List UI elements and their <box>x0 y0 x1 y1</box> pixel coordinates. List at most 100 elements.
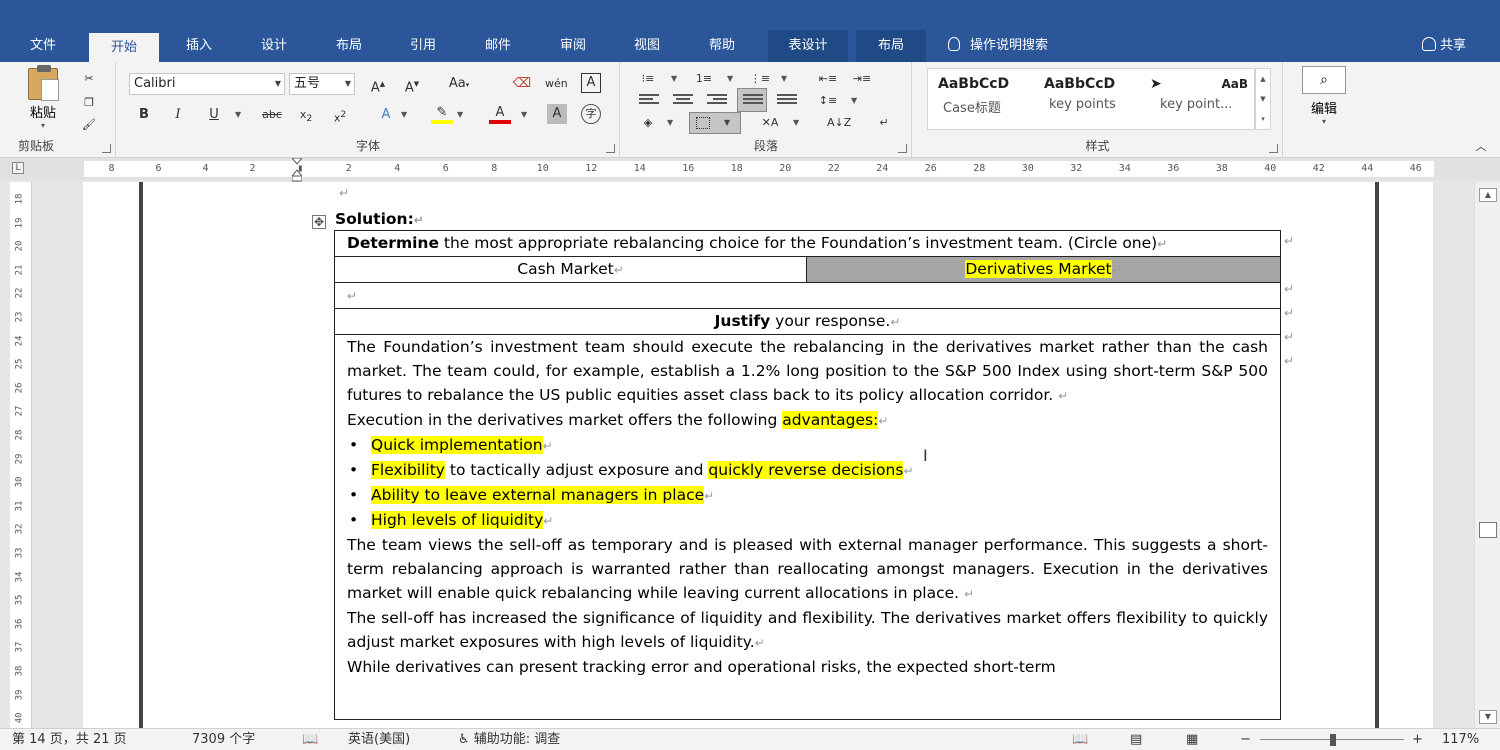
underline-icon[interactable]: U <box>203 104 225 126</box>
sort-icon[interactable]: A↓Z <box>827 112 851 134</box>
line-spacing-icon[interactable]: ↕≡ <box>817 90 839 112</box>
show-marks-icon[interactable]: ↵ <box>873 112 895 134</box>
tab-home[interactable]: 开始 <box>89 33 159 62</box>
enclose-characters-icon[interactable]: 字 <box>581 104 601 124</box>
font-color-icon[interactable]: A <box>489 102 511 124</box>
styles-scroll[interactable]: ▲ ▼ ▾ <box>1255 68 1271 130</box>
clipboard-launcher-icon[interactable] <box>102 144 111 153</box>
phonetic-guide-icon[interactable]: wén <box>545 73 568 95</box>
multilevel-list-icon[interactable]: ⋮≡ <box>749 68 771 90</box>
table-cell[interactable]: ↵ <box>334 282 1281 309</box>
paragraph-launcher-icon[interactable] <box>898 144 907 153</box>
paste-button[interactable]: 粘贴 ▾ <box>18 65 68 130</box>
language-indicator[interactable]: 英语(美国) <box>348 729 410 750</box>
print-layout-icon[interactable]: ▤ <box>1130 729 1142 750</box>
proofing-icon[interactable]: 📖 <box>302 729 318 750</box>
bullets-dropdown-icon[interactable]: ▼ <box>671 74 677 83</box>
style-case-title[interactable]: AaBbCcD Case标题 <box>928 71 1038 127</box>
vertical-scrollbar[interactable]: ▲ ▼ <box>1474 182 1500 728</box>
tab-review[interactable]: 审阅 <box>540 30 606 62</box>
styles-launcher-icon[interactable] <box>1269 144 1278 153</box>
tab-selector-icon[interactable]: L <box>12 162 24 174</box>
zoom-out-icon[interactable]: − <box>1240 729 1251 750</box>
character-border-icon[interactable]: A <box>581 73 601 93</box>
scroll-thumb[interactable] <box>1479 522 1497 538</box>
italic-icon[interactable]: I <box>167 104 189 126</box>
highlight-dropdown-icon[interactable]: ▼ <box>457 110 463 119</box>
cash-market-cell[interactable]: Cash Market↵ <box>334 256 807 283</box>
shrink-font-icon[interactable]: A▼ <box>401 73 423 95</box>
justify-button[interactable] <box>737 88 767 112</box>
align-center-icon[interactable] <box>673 94 693 108</box>
line-spacing-dropdown-icon[interactable]: ▼ <box>851 96 857 105</box>
word-count[interactable]: 7309 个字 <box>192 729 255 750</box>
tell-me-search[interactable]: 操作说明搜索 <box>948 30 1108 62</box>
font-size-combo[interactable]: 五号 ▼ <box>289 73 355 95</box>
accessibility-status[interactable]: ♿ 辅助功能: 调查 <box>458 729 560 750</box>
multilevel-dropdown-icon[interactable]: ▼ <box>781 74 787 83</box>
tab-help[interactable]: 帮助 <box>689 30 755 62</box>
format-painter-icon[interactable]: 🖌 <box>78 114 100 136</box>
share-button[interactable]: 共享 <box>1421 30 1466 62</box>
superscript-icon[interactable]: x2 <box>329 104 351 126</box>
tab-references[interactable]: 引用 <box>390 30 456 62</box>
text-effects-icon[interactable]: A <box>375 104 397 126</box>
table-cell[interactable]: Justify your response.↵ <box>334 308 1281 335</box>
decrease-indent-icon[interactable]: ⇤≡ <box>817 68 839 90</box>
character-shading-icon[interactable]: A <box>547 104 567 124</box>
underline-dropdown-icon[interactable]: ▼ <box>235 110 241 119</box>
response-cell[interactable]: The Foundation’s investment team should … <box>334 334 1281 720</box>
style-key-point-2[interactable]: ➤ AaB key point... <box>1140 71 1252 127</box>
align-right-icon[interactable] <box>707 94 727 108</box>
scroll-down-icon[interactable]: ▼ <box>1479 710 1497 724</box>
numbering-dropdown-icon[interactable]: ▼ <box>727 74 733 83</box>
borders-button[interactable]: ▼ <box>689 112 741 134</box>
tab-mailings[interactable]: 邮件 <box>465 30 531 62</box>
editing-button[interactable]: ⌕ 编辑 ▾ <box>1300 66 1348 130</box>
font-color-dropdown-icon[interactable]: ▼ <box>521 110 527 119</box>
zoom-level[interactable]: 117% <box>1442 729 1479 750</box>
tab-view[interactable]: 视图 <box>614 30 680 62</box>
read-mode-icon[interactable]: 📖 <box>1072 729 1088 750</box>
font-launcher-icon[interactable] <box>606 144 615 153</box>
shading-dropdown-icon[interactable]: ▼ <box>667 118 673 127</box>
copy-icon[interactable]: ❐ <box>78 92 100 114</box>
tab-insert[interactable]: 插入 <box>166 30 232 62</box>
indent-marker-icon[interactable] <box>292 158 302 182</box>
shading-icon[interactable]: ◈ <box>637 112 659 134</box>
document-page[interactable]: ↵ ✥ Solution:↵ Determine the most approp… <box>83 182 1433 728</box>
style-key-points[interactable]: AaBbCcD key points <box>1034 71 1144 127</box>
web-layout-icon[interactable]: ▦ <box>1186 729 1198 750</box>
subscript-icon[interactable]: x2 <box>295 104 317 126</box>
strikethrough-icon[interactable]: abc <box>257 104 287 126</box>
grow-font-icon[interactable]: A▲ <box>367 73 389 95</box>
bold-icon[interactable]: B <box>133 104 155 126</box>
clear-formatting-icon[interactable]: ⌫ <box>511 73 533 95</box>
tab-layout[interactable]: 布局 <box>316 30 382 62</box>
change-case-icon[interactable]: Aa▾ <box>443 73 475 95</box>
bullets-icon[interactable]: ⁝≡ <box>637 68 659 90</box>
paragraph-group-label: 段落 <box>753 139 778 153</box>
increase-indent-icon[interactable]: ⇥≡ <box>851 68 873 90</box>
distributed-icon[interactable] <box>777 94 797 108</box>
derivatives-market-cell[interactable]: Derivatives Market↵ <box>806 256 1281 283</box>
page-count[interactable]: 第 14 页，共 21 页 <box>12 729 127 750</box>
chinese-layout-dropdown-icon[interactable]: ▼ <box>793 118 799 127</box>
text-effects-dropdown-icon[interactable]: ▼ <box>401 110 407 119</box>
zoom-in-icon[interactable]: + <box>1412 729 1423 750</box>
cut-icon[interactable]: ✂ <box>78 68 100 90</box>
scroll-up-icon[interactable]: ▲ <box>1479 188 1497 202</box>
table-move-handle-icon[interactable]: ✥ <box>312 215 326 229</box>
table-cell[interactable]: Determine the most appropriate rebalanci… <box>334 230 1281 257</box>
zoom-slider-thumb[interactable] <box>1330 734 1336 746</box>
tab-table-design[interactable]: 表设计 <box>768 30 848 62</box>
numbering-icon[interactable]: 1≡ <box>693 68 715 90</box>
highlight-icon[interactable]: ✎ <box>431 102 453 124</box>
collapse-ribbon-icon[interactable]: ︿ <box>1470 136 1492 158</box>
chinese-layout-icon[interactable]: ✕A <box>759 112 781 134</box>
tab-design[interactable]: 设计 <box>241 30 307 62</box>
align-left-icon[interactable] <box>639 94 659 108</box>
font-name-combo[interactable]: Calibri ▼ <box>129 73 285 95</box>
tab-file[interactable]: 文件 <box>14 30 72 62</box>
tab-table-layout[interactable]: 布局 <box>856 30 926 62</box>
